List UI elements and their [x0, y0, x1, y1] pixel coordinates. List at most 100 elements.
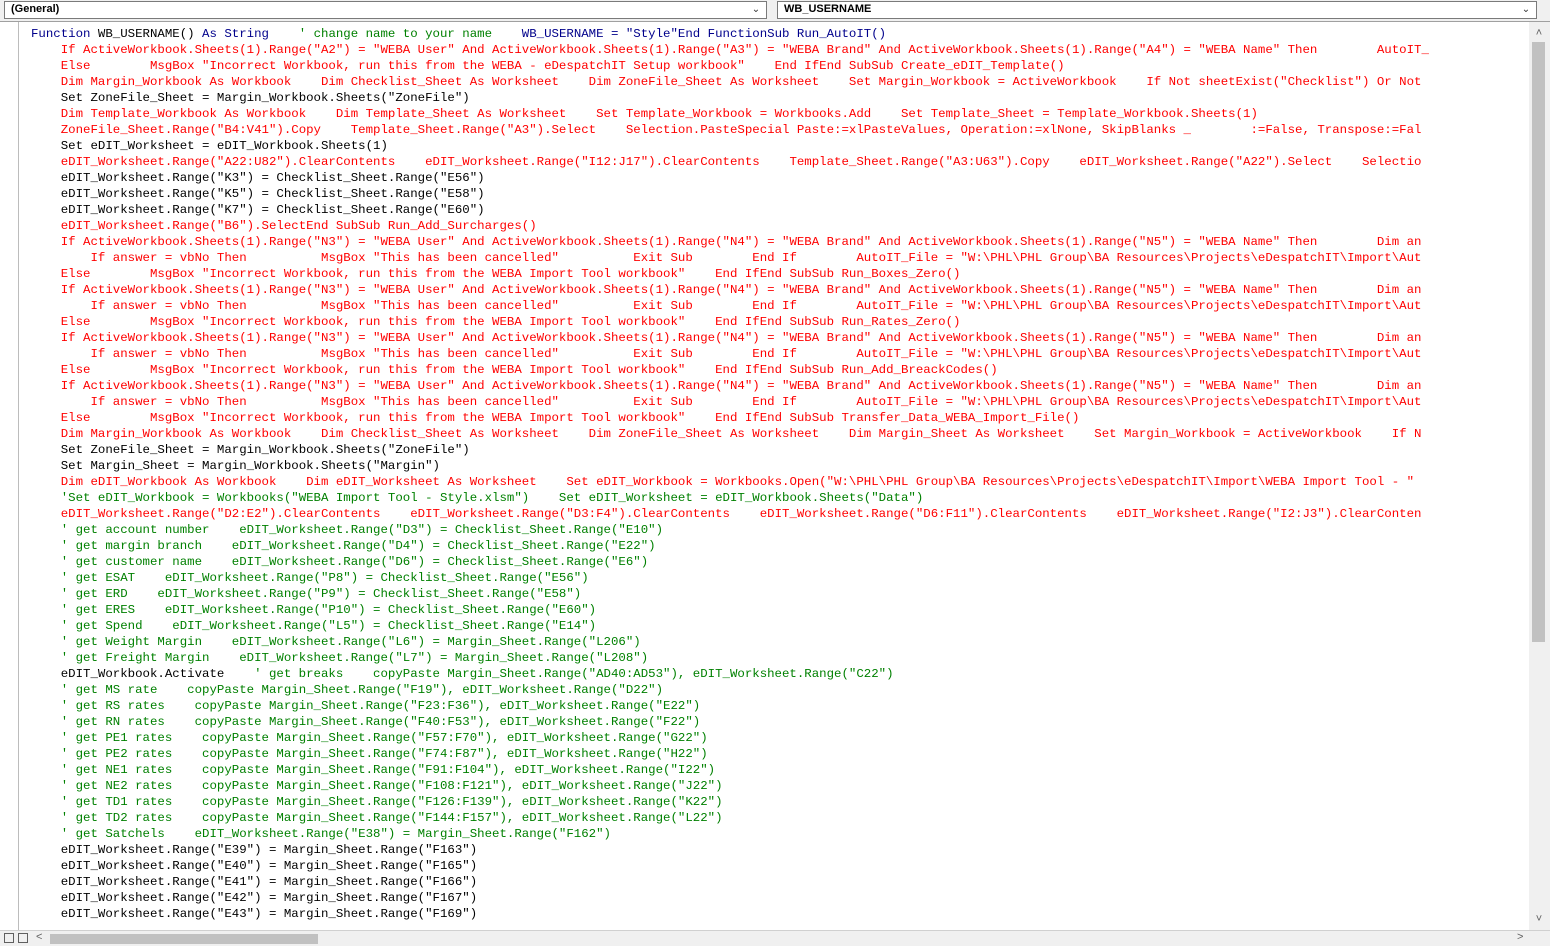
- code-line[interactable]: ' get RS rates copyPaste Margin_Sheet.Ra…: [31, 698, 700, 714]
- code-line[interactable]: eDIT_Worksheet.Range("K7") = Checklist_S…: [31, 202, 485, 218]
- scroll-down-icon[interactable]: ˅: [1532, 912, 1546, 926]
- code-line[interactable]: ' get Satchels eDIT_Worksheet.Range("E38…: [31, 826, 611, 842]
- code-editor[interactable]: Function WB_USERNAME() As String ' chang…: [19, 22, 1529, 930]
- code-text: ' get RN rates copyPaste Margin_Sheet.Ra…: [60, 715, 701, 729]
- code-line[interactable]: If ActiveWorkbook.Sheets(1).Range("N3") …: [31, 234, 1422, 250]
- code-text: If ActiveWorkbook.Sheets(1).Range("N3") …: [60, 283, 1422, 297]
- scroll-left-icon[interactable]: <: [36, 931, 42, 943]
- code-line[interactable]: ' get Spend eDIT_Worksheet.Range("L5") =…: [31, 618, 596, 634]
- code-line[interactable]: 'Set eDIT_Workbook = Workbooks("WEBA Imp…: [31, 490, 924, 506]
- code-line[interactable]: eDIT_Worksheet.Range("E40") = Margin_She…: [31, 858, 477, 874]
- code-line[interactable]: ' get account number eDIT_Worksheet.Rang…: [31, 522, 663, 538]
- code-line[interactable]: eDIT_Worksheet.Range("K3") = Checklist_S…: [31, 170, 485, 186]
- code-line[interactable]: Function WB_USERNAME() As String ' chang…: [31, 26, 886, 42]
- horizontal-scrollbar[interactable]: < >: [0, 930, 1550, 946]
- code-line[interactable]: ' get NE1 rates copyPaste Margin_Sheet.R…: [31, 762, 715, 778]
- code-text: ' get TD2 rates copyPaste Margin_Sheet.R…: [60, 811, 723, 825]
- code-line[interactable]: ' get ESAT eDIT_Worksheet.Range("P8") = …: [31, 570, 589, 586]
- code-line[interactable]: ' get Weight Margin eDIT_Worksheet.Range…: [31, 634, 641, 650]
- code-line[interactable]: eDIT_Worksheet.Range("E43") = Margin_She…: [31, 906, 477, 922]
- code-line[interactable]: If answer = vbNo Then MsgBox "This has b…: [31, 394, 1422, 410]
- code-line[interactable]: ' get customer name eDIT_Worksheet.Range…: [31, 554, 648, 570]
- code-text: Dim Margin_Workbook As Workbook Dim Chec…: [60, 75, 1422, 89]
- vertical-scrollbar[interactable]: ˄ ˅: [1529, 22, 1550, 930]
- code-text: ' get MS rate copyPaste Margin_Sheet.Ran…: [60, 683, 664, 697]
- code-line[interactable]: Dim Template_Workbook As Workbook Dim Te…: [31, 106, 1258, 122]
- code-line[interactable]: ' get TD1 rates copyPaste Margin_Sheet.R…: [31, 794, 723, 810]
- code-line[interactable]: If ActiveWorkbook.Sheets(1).Range("N3") …: [31, 378, 1422, 394]
- code-line[interactable]: Else MsgBox "Incorrect Workbook, run thi…: [31, 266, 961, 282]
- code-line[interactable]: Set eDIT_Worksheet = eDIT_Workbook.Sheet…: [31, 138, 388, 154]
- code-line[interactable]: eDIT_Worksheet.Range("A22:U82").ClearCon…: [31, 154, 1422, 170]
- vertical-scroll-thumb[interactable]: [1532, 42, 1545, 642]
- code-line[interactable]: ' get MS rate copyPaste Margin_Sheet.Ran…: [31, 682, 663, 698]
- code-line[interactable]: Set ZoneFile_Sheet = Margin_Workbook.She…: [31, 442, 470, 458]
- code-line[interactable]: eDIT_Worksheet.Range("D2:E2").ClearConte…: [31, 506, 1422, 522]
- code-line[interactable]: ' get RN rates copyPaste Margin_Sheet.Ra…: [31, 714, 700, 730]
- procedure-dropdown[interactable]: WB_USERNAME ⌄: [777, 1, 1537, 19]
- procedure-toolbar: (General) ⌄ WB_USERNAME ⌄: [0, 0, 1550, 22]
- code-line[interactable]: ' get margin branch eDIT_Worksheet.Range…: [31, 538, 656, 554]
- code-line[interactable]: Set ZoneFile_Sheet = Margin_Workbook.She…: [31, 90, 470, 106]
- code-token: As String: [202, 27, 269, 41]
- code-text: Set eDIT_Worksheet = eDIT_Workbook.Sheet…: [60, 139, 388, 153]
- scroll-right-icon[interactable]: >: [1517, 931, 1523, 943]
- code-line[interactable]: ' get TD2 rates copyPaste Margin_Sheet.R…: [31, 810, 723, 826]
- code-line[interactable]: ' get ERD eDIT_Worksheet.Range("P9") = C…: [31, 586, 582, 602]
- code-line[interactable]: Else MsgBox "Incorrect Workbook, run thi…: [31, 362, 998, 378]
- object-dropdown[interactable]: (General) ⌄: [4, 1, 767, 19]
- code-line[interactable]: eDIT_Worksheet.Range("E42") = Margin_She…: [31, 890, 477, 906]
- code-line[interactable]: If ActiveWorkbook.Sheets(1).Range("A2") …: [31, 42, 1429, 58]
- code-text: eDIT_Worksheet.Range("K7") = Checklist_S…: [60, 203, 485, 217]
- code-text: ' get NE1 rates copyPaste Margin_Sheet.R…: [60, 763, 716, 777]
- full-module-view-icon[interactable]: [18, 933, 28, 943]
- chevron-down-icon[interactable]: ⌄: [1519, 3, 1533, 17]
- procedure-view-icon[interactable]: [4, 933, 14, 943]
- code-line[interactable]: Else MsgBox "Incorrect Workbook, run thi…: [31, 58, 1065, 74]
- code-line[interactable]: eDIT_Worksheet.Range("E41") = Margin_She…: [31, 874, 477, 890]
- code-line[interactable]: If ActiveWorkbook.Sheets(1).Range("N3") …: [31, 282, 1422, 298]
- code-line[interactable]: Else MsgBox "Incorrect Workbook, run thi…: [31, 314, 961, 330]
- code-line[interactable]: eDIT_Worksheet.Range("E39") = Margin_She…: [31, 842, 477, 858]
- margin-indicator-bar[interactable]: [0, 22, 19, 930]
- code-line[interactable]: ' get NE2 rates copyPaste Margin_Sheet.R…: [31, 778, 723, 794]
- code-text: eDIT_Worksheet.Range("A22:U82").ClearCon…: [60, 155, 1422, 169]
- code-text: 'Set eDIT_Workbook = Workbooks("WEBA Imp…: [60, 491, 924, 505]
- code-text: ' get PE2 rates copyPaste Margin_Sheet.R…: [60, 747, 708, 761]
- code-line[interactable]: Else MsgBox "Incorrect Workbook, run thi…: [31, 410, 1080, 426]
- code-line[interactable]: If ActiveWorkbook.Sheets(1).Range("N3") …: [31, 330, 1422, 346]
- code-line[interactable]: ' get ERES eDIT_Worksheet.Range("P10") =…: [31, 602, 596, 618]
- code-line[interactable]: ' get PE1 rates copyPaste Margin_Sheet.R…: [31, 730, 708, 746]
- code-line[interactable]: If answer = vbNo Then MsgBox "This has b…: [31, 346, 1422, 362]
- code-line[interactable]: eDIT_Workbook.Activate ' get breaks copy…: [31, 666, 894, 682]
- code-line[interactable]: eDIT_Worksheet.Range("K5") = Checklist_S…: [31, 186, 485, 202]
- code-line[interactable]: Dim Margin_Workbook As Workbook Dim Chec…: [31, 74, 1422, 90]
- code-line[interactable]: If answer = vbNo Then MsgBox "This has b…: [31, 298, 1422, 314]
- code-line[interactable]: Set Margin_Sheet = Margin_Workbook.Sheet…: [31, 458, 440, 474]
- code-line[interactable]: ZoneFile_Sheet.Range("B4:V41").Copy Temp…: [31, 122, 1422, 138]
- chevron-down-icon[interactable]: ⌄: [749, 3, 763, 17]
- code-text: If ActiveWorkbook.Sheets(1).Range("N3") …: [60, 379, 1422, 393]
- code-line[interactable]: ' get Freight Margin eDIT_Worksheet.Rang…: [31, 650, 648, 666]
- code-line[interactable]: Dim eDIT_Workbook As Workbook Dim eDIT_W…: [31, 474, 1414, 490]
- code-line[interactable]: If answer = vbNo Then MsgBox "This has b…: [31, 250, 1422, 266]
- code-line[interactable]: eDIT_Worksheet.Range("B6").SelectEnd Sub…: [31, 218, 537, 234]
- horizontal-scroll-thumb[interactable]: [50, 934, 318, 944]
- code-line[interactable]: ' get PE2 rates copyPaste Margin_Sheet.R…: [31, 746, 708, 762]
- code-token: WB_USERNAME = "Style"End FunctionSub Run…: [521, 27, 887, 41]
- code-line[interactable]: Dim Margin_Workbook As Workbook Dim Chec…: [31, 426, 1422, 442]
- scroll-up-icon[interactable]: ˄: [1532, 26, 1546, 40]
